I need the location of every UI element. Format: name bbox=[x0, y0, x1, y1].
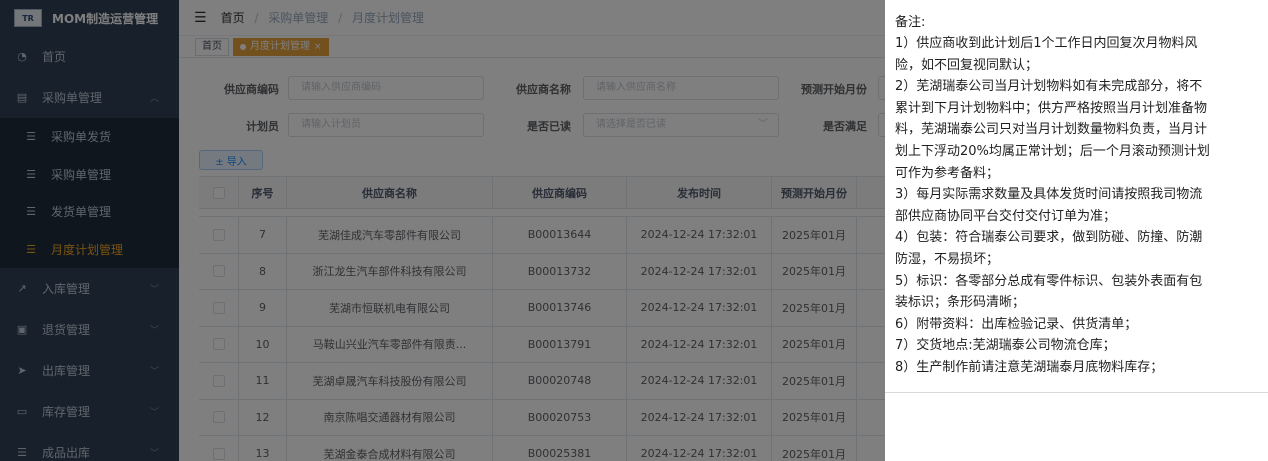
notes-line: 5）标识：各零部分总成有零件标识、包装外表面有包 bbox=[895, 273, 1203, 289]
notes-line: 2）芜湖瑞泰公司当月计划物料如有未完成部分，将不 bbox=[895, 79, 1203, 95]
notes-line: 累计到下月计划物料中；供方严格按照当月计划准备物 bbox=[895, 100, 1208, 116]
notes-line: 部供应商协同平台交付交付订单为准； bbox=[895, 208, 1117, 224]
notes-line: 可作为参考备料； bbox=[895, 165, 1000, 181]
notes-content: 备注: 1）供应商收到此计划后1个工作日内回复次月物料风 险，如不回复视同默认；… bbox=[885, 0, 1268, 393]
notes-line: 3）每月实际需求数量及具体发货时间请按照我司物流 bbox=[895, 187, 1203, 203]
notes-line: 4）包装：符合瑞泰公司要求，做到防碰、防撞、防潮 bbox=[895, 230, 1203, 246]
notes-dialog: 备注: 1）供应商收到此计划后1个工作日内回复次月物料风 险，如不回复视同默认；… bbox=[885, 0, 1268, 461]
notes-line: 7）交货地点:芜湖瑞泰公司物流仓库； bbox=[895, 338, 1116, 354]
notes-line: 1）供应商收到此计划后1个工作日内回复次月物料风 bbox=[895, 36, 1198, 51]
notes-line: 装标识；条形码清晰； bbox=[895, 295, 1026, 311]
notes-line: 险，如不回复视同默认； bbox=[895, 57, 1039, 73]
notes-title: 备注: bbox=[895, 15, 926, 30]
modal-overlay[interactable] bbox=[0, 0, 885, 461]
notes-line: 划上下浮动20%均属正常计划；后一个月滚动预测计划 bbox=[895, 143, 1210, 159]
notes-line: 6）附带资料：出库检验记录、供货清单； bbox=[895, 316, 1138, 332]
notes-line: 料，芜湖瑞泰公司只对当月计划数量物料负责，当月计 bbox=[895, 122, 1208, 138]
notes-line: 防湿，不易损坏； bbox=[895, 251, 1000, 267]
notes-line: 8）生产制作前请注意芜湖瑞泰月底物料库存； bbox=[895, 359, 1164, 375]
